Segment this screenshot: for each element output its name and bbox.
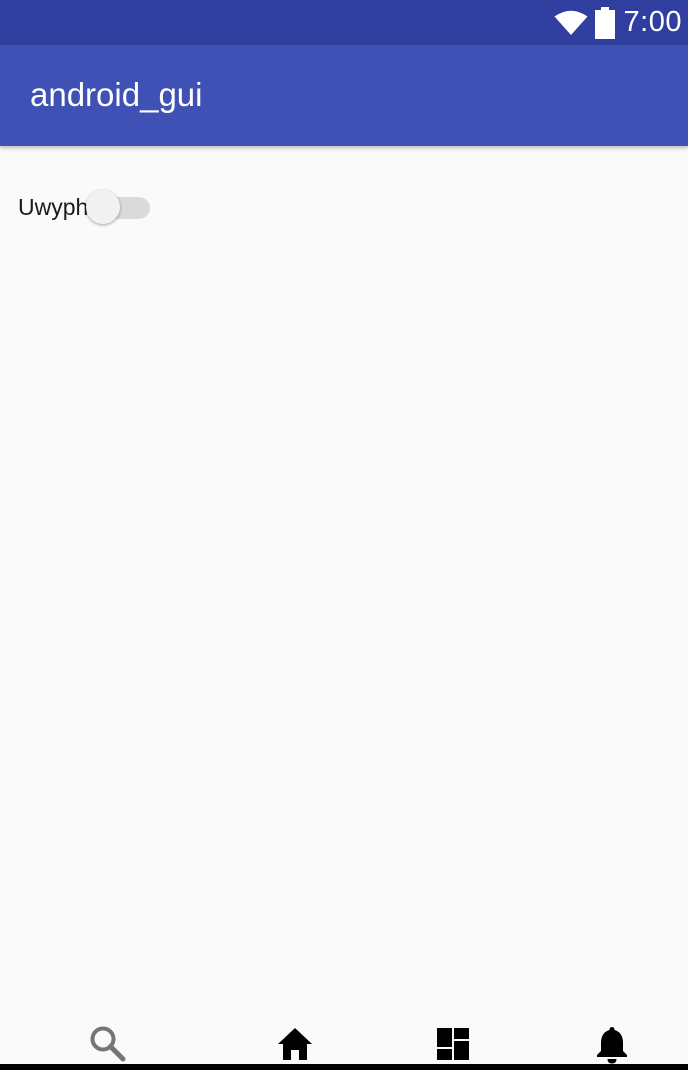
dashboard-icon xyxy=(433,1024,473,1064)
switch-label: Uwyph xyxy=(18,194,89,220)
wifi-icon xyxy=(554,10,588,36)
nav-home[interactable] xyxy=(275,1024,315,1064)
app-bar: android_gui xyxy=(0,45,688,146)
switch-row[interactable]: Uwyph xyxy=(18,190,152,224)
battery-icon xyxy=(594,6,616,39)
nav-dashboard[interactable] xyxy=(433,1024,473,1064)
toggle-switch[interactable] xyxy=(86,190,152,224)
search-icon xyxy=(88,1024,128,1064)
status-time: 7:00 xyxy=(623,6,682,38)
nav-notifications[interactable] xyxy=(592,1024,632,1064)
content-area: Uwyph xyxy=(0,146,688,1006)
status-icons: 7:00 xyxy=(554,0,682,45)
app-title: android_gui xyxy=(30,76,203,113)
bottom-navigation xyxy=(0,1006,688,1064)
notifications-icon xyxy=(592,1024,632,1064)
status-bar: 7:00 xyxy=(0,0,688,45)
home-icon xyxy=(275,1024,315,1064)
nav-search[interactable] xyxy=(88,1024,128,1064)
bottom-edge xyxy=(0,1064,688,1070)
